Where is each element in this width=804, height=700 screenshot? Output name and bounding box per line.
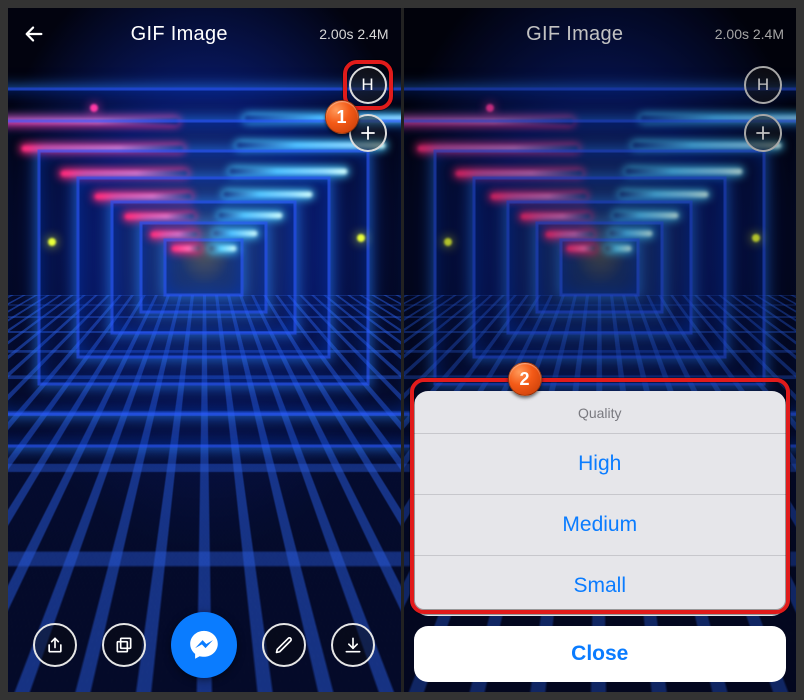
phone-left: GIF Image 2.00s 2.4M H 1 xyxy=(8,8,401,692)
pencil-icon xyxy=(274,635,294,655)
add-button[interactable] xyxy=(349,114,387,152)
preview-image xyxy=(8,8,401,692)
sheet-header: Quality xyxy=(414,391,787,433)
layers-button[interactable] xyxy=(102,623,146,667)
edit-button[interactable] xyxy=(262,623,306,667)
page-title: GIF Image xyxy=(48,23,311,46)
share-button[interactable] xyxy=(33,623,77,667)
sheet-close-button[interactable]: Close xyxy=(414,626,787,682)
file-meta: 2.00s 2.4M xyxy=(311,26,389,42)
messenger-button[interactable] xyxy=(171,612,237,678)
back-arrow-icon xyxy=(23,23,45,45)
phone-right: GIF Image 2.00s 2.4M H Quality High Medi… xyxy=(401,8,797,692)
quality-button[interactable]: H xyxy=(349,66,387,104)
download-button[interactable] xyxy=(331,623,375,667)
quality-option-medium[interactable]: Medium xyxy=(414,494,787,555)
share-icon xyxy=(45,635,65,655)
quality-action-sheet: Quality High Medium Small Close xyxy=(414,391,787,682)
quality-option-high[interactable]: High xyxy=(414,433,787,494)
messenger-icon xyxy=(187,628,221,662)
quality-option-small[interactable]: Small xyxy=(414,555,787,616)
layers-icon xyxy=(114,635,134,655)
download-icon xyxy=(343,635,363,655)
top-bar: GIF Image 2.00s 2.4M xyxy=(8,8,401,60)
bottom-bar xyxy=(8,612,401,678)
back-button[interactable] xyxy=(20,20,48,48)
plus-icon xyxy=(359,124,377,142)
